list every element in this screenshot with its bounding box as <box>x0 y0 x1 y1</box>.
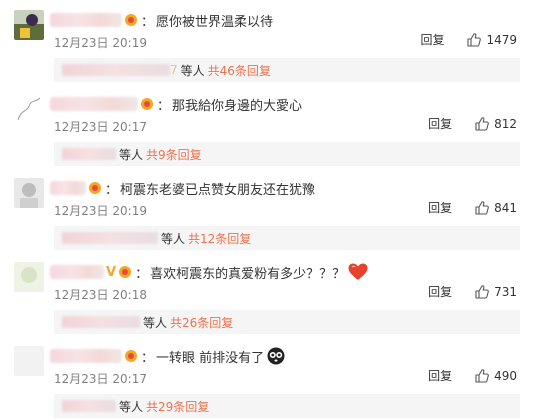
comment-text: 愿你被世界温柔以待 <box>156 14 274 30</box>
reply-button[interactable]: 回复 <box>428 367 452 384</box>
reply-button[interactable]: 回复 <box>428 283 452 300</box>
comment-text: 柯震东老婆已点赞女朋友还在犹豫 <box>120 182 316 198</box>
replier-digit: 7 <box>170 63 178 77</box>
username-blurred[interactable] <box>50 349 122 363</box>
reply-count-link[interactable]: 共29条回复 <box>146 398 209 415</box>
scared-face-icon <box>267 347 285 365</box>
like-icon <box>467 32 482 47</box>
username-blurred[interactable] <box>50 97 138 111</box>
vip-v-icon: V <box>106 264 117 280</box>
reply-summary[interactable]: 7 等人 共46条回复 <box>54 58 520 82</box>
comment-item: ： 愿你被世界温柔以待 12月23日 20:19 回复 1479 7 等人 共4… <box>0 0 534 84</box>
heart-icon <box>348 263 368 280</box>
replier-names-blurred <box>62 232 158 244</box>
reply-button[interactable]: 回复 <box>428 199 452 216</box>
like-count: 490 <box>494 368 517 383</box>
like-icon <box>475 368 489 383</box>
comment-item: V ： 喜欢柯震东的真爱粉有多少？？？ 12月23日 20:18 回复 731 … <box>0 252 534 336</box>
reply-button[interactable]: 回复 <box>428 115 452 132</box>
comment-text: 喜欢柯震东的真爱粉有多少？？？ <box>150 266 346 282</box>
timestamp: 12月23日 20:17 <box>54 372 147 386</box>
reply-count-link[interactable]: 共26条回复 <box>170 314 233 331</box>
medal-icon <box>124 13 138 27</box>
replier-names-blurred <box>62 316 140 328</box>
comment-item: ： 柯震东老婆已点赞女朋友还在犹豫 12月23日 20:19 回复 841 等人… <box>0 168 534 252</box>
like-button[interactable]: 1479 <box>466 32 517 48</box>
timestamp: 12月23日 20:19 <box>54 204 147 218</box>
like-count: 841 <box>494 200 517 215</box>
avatar[interactable] <box>14 178 44 208</box>
reply-count-link[interactable]: 共46条回复 <box>208 62 271 79</box>
like-count: 812 <box>494 116 517 131</box>
timestamp: 12月23日 20:19 <box>54 36 147 50</box>
medal-icon <box>140 97 154 111</box>
username-blurred[interactable] <box>50 13 122 27</box>
reply-summary[interactable]: 等人 共29条回复 <box>54 394 520 418</box>
avatar[interactable] <box>14 262 44 292</box>
reply-summary[interactable]: 等人 共12条回复 <box>54 226 520 250</box>
like-count: 1479 <box>486 32 517 47</box>
replier-names-blurred <box>62 400 116 412</box>
medal-icon <box>88 181 102 195</box>
reply-button[interactable]: 回复 <box>420 31 444 48</box>
like-button[interactable]: 490 <box>474 368 517 384</box>
comment-text: 那我給你身邊的大愛心 <box>172 98 303 114</box>
timestamp: 12月23日 20:18 <box>54 288 147 302</box>
username-blurred[interactable] <box>50 181 86 195</box>
like-count: 731 <box>494 284 517 299</box>
medal-icon <box>124 349 138 363</box>
reply-count-link[interactable]: 共12条回复 <box>188 230 251 247</box>
timestamp: 12月23日 20:17 <box>54 120 147 134</box>
like-button[interactable]: 841 <box>474 200 517 216</box>
username-blurred[interactable] <box>50 265 104 279</box>
comment-item: ： 一转眼 前排没有了 12月23日 20:17 回复 490 等人 共29条回… <box>0 336 534 420</box>
reply-summary[interactable]: 等人 共9条回复 <box>54 142 520 166</box>
like-icon <box>475 200 489 215</box>
avatar[interactable] <box>14 94 44 124</box>
comment-text: 一转眼 前排没有了 <box>156 350 265 366</box>
medal-icon <box>118 265 132 279</box>
comment-item: ： 那我給你身邊的大愛心 12月23日 20:17 回复 812 等人 共9条回… <box>0 84 534 168</box>
reply-summary[interactable]: 等人 共26条回复 <box>54 310 520 334</box>
like-button[interactable]: 731 <box>474 284 517 300</box>
replier-names-blurred <box>62 64 170 76</box>
like-icon <box>475 116 489 131</box>
replier-names-blurred <box>62 148 116 160</box>
like-icon <box>475 284 489 299</box>
like-button[interactable]: 812 <box>474 116 517 132</box>
avatar[interactable] <box>14 10 44 40</box>
avatar[interactable] <box>14 346 44 376</box>
reply-count-link[interactable]: 共9条回复 <box>146 146 202 163</box>
